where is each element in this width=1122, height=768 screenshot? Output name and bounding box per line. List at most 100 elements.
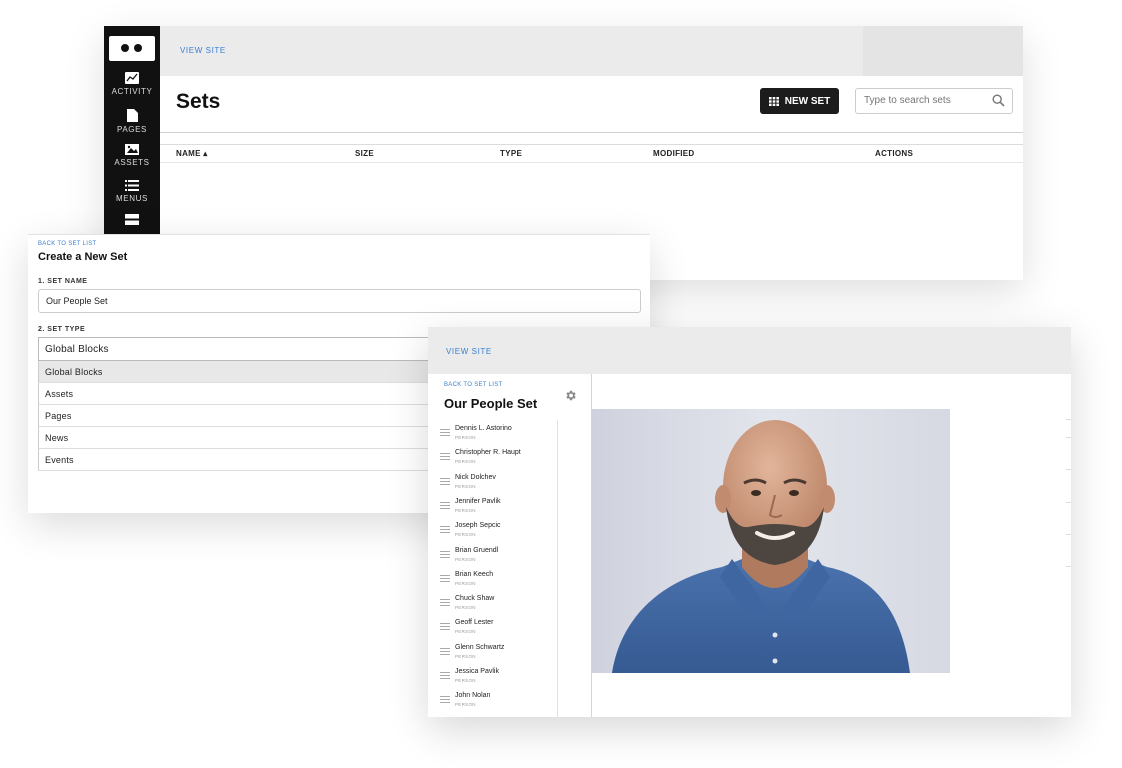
page-icon: [126, 109, 138, 122]
nav-item-assets[interactable]: ASSETS: [104, 144, 160, 167]
person-type: PERSON: [455, 629, 476, 635]
grid-icon: [768, 96, 779, 106]
column-header-name[interactable]: NAME ▴: [176, 149, 208, 158]
nav-item-menus[interactable]: MENUS: [104, 180, 160, 203]
option-label: Events: [45, 455, 74, 465]
nav-item-activity[interactable]: ACTIVITY: [104, 72, 160, 96]
list-icon: [125, 180, 139, 191]
person-name: Joseph Sepcic: [455, 522, 501, 530]
set-sidebar: BACK TO SET LIST Our People Set Dennis L…: [428, 374, 592, 717]
column-header-actions: ACTIONS: [875, 149, 914, 158]
divider: [160, 162, 1023, 163]
list-item[interactable]: Dennis L. Astorino PERSON: [434, 420, 558, 444]
drag-handle-icon[interactable]: [440, 501, 450, 511]
nav-item-pages[interactable]: PAGES: [104, 109, 160, 134]
list-item[interactable]: Brian Gruendl PERSON: [434, 542, 558, 566]
list-item[interactable]: Geoff Lester PERSON: [434, 614, 558, 638]
logo-dot: [134, 44, 142, 52]
drag-handle-icon[interactable]: [440, 574, 450, 584]
nav-label: ASSETS: [114, 158, 150, 167]
back-to-set-list-link[interactable]: BACK TO SET LIST: [38, 241, 97, 247]
create-set-title: Create a New Set: [38, 251, 128, 263]
list-item[interactable]: Brian Keech PERSON: [434, 566, 558, 590]
person-name: Geoff Lester: [455, 619, 494, 627]
list-item[interactable]: Christopher R. Haupt PERSON: [434, 444, 558, 468]
person-type: PERSON: [455, 702, 476, 708]
view-site-link[interactable]: VIEW SITE: [446, 347, 492, 356]
list-item[interactable]: Glenn Schwartz PERSON: [434, 639, 558, 663]
drag-handle-icon[interactable]: [440, 453, 450, 462]
search-icon[interactable]: [992, 94, 1005, 107]
new-set-button[interactable]: NEW SET: [760, 88, 839, 114]
option-label: News: [45, 433, 69, 443]
set-name-field[interactable]: [38, 289, 641, 313]
person-name: Jennifer Pavlik: [455, 497, 501, 505]
set-type-option-events[interactable]: Events: [38, 449, 458, 471]
set-type-option-global-blocks[interactable]: Global Blocks: [38, 361, 458, 383]
nav-label: ACTIVITY: [111, 87, 153, 96]
drag-handle-icon[interactable]: [440, 429, 450, 438]
list-item[interactable]: Nick Dolchev PERSON: [434, 469, 558, 493]
nav-label: PAGES: [117, 125, 147, 134]
people-set-window: VIEW SITE BACK TO SET LIST Our People Se…: [428, 327, 1071, 717]
list-item[interactable]: Chuck Shaw PERSON: [434, 590, 558, 614]
set-type-option-news[interactable]: News: [38, 427, 458, 449]
option-label: Assets: [45, 389, 74, 399]
top-bar: [160, 26, 1023, 76]
divider: [160, 144, 1023, 145]
drag-handle-icon[interactable]: [440, 672, 450, 681]
set-type-selected-value: Global Blocks: [45, 344, 109, 355]
view-site-link[interactable]: VIEW SITE: [180, 46, 226, 55]
chart-icon: [125, 72, 139, 84]
logo[interactable]: [109, 36, 155, 61]
top-bar: [428, 327, 1071, 374]
person-name: John Nolan: [455, 692, 491, 700]
list-item[interactable]: Joseph Sepcic PERSON: [434, 517, 558, 541]
person-type: PERSON: [455, 678, 476, 683]
divider: [1066, 502, 1071, 503]
set-type-option-assets[interactable]: Assets: [38, 383, 458, 405]
back-to-set-list-link[interactable]: BACK TO SET LIST: [444, 382, 503, 388]
column-header-size[interactable]: SIZE: [355, 149, 374, 158]
page-title: Sets: [176, 90, 221, 113]
image-icon: [125, 144, 139, 155]
gear-icon[interactable]: [564, 389, 577, 402]
drag-handle-icon[interactable]: [440, 647, 450, 657]
person-type: PERSON: [455, 435, 476, 440]
column-header-modified[interactable]: MODIFIED: [653, 149, 695, 158]
person-type: PERSON: [455, 556, 476, 562]
drag-handle-icon[interactable]: [440, 599, 450, 608]
person-name: Dennis L. Astorino: [455, 425, 512, 432]
divider: [1066, 566, 1071, 567]
person-name: Chuck Shaw: [455, 595, 495, 603]
search-field[interactable]: [855, 88, 1013, 114]
person-type: PERSON: [455, 483, 476, 489]
drag-handle-icon[interactable]: [440, 696, 450, 705]
person-type: PERSON: [455, 507, 476, 513]
set-title: Our People Set: [444, 396, 538, 411]
nav-label: MENUS: [116, 194, 148, 203]
set-name-input[interactable]: [46, 296, 626, 306]
drag-handle-icon[interactable]: [440, 623, 450, 632]
set-type-label: 2. SET TYPE: [38, 326, 86, 333]
set-type-select[interactable]: Global Blocks: [38, 337, 458, 361]
person-photo[interactable]: [592, 409, 950, 673]
divider: [1066, 419, 1071, 420]
list-item[interactable]: John Nolan PERSON: [434, 687, 558, 711]
search-input[interactable]: [864, 95, 984, 106]
column-header-type[interactable]: TYPE: [500, 149, 522, 158]
person-type: PERSON: [455, 532, 476, 538]
divider: [160, 132, 1023, 133]
drag-handle-icon[interactable]: [440, 526, 450, 535]
set-name-label: 1. SET NAME: [38, 278, 88, 285]
list-item[interactable]: Jennifer Pavlik PERSON: [434, 493, 558, 517]
person-type: PERSON: [455, 653, 476, 659]
person-name: Glenn Schwartz: [455, 643, 505, 651]
person-name: Brian Gruendl: [455, 546, 499, 554]
person-name: Christopher R. Haupt: [455, 449, 521, 457]
list-item[interactable]: Jessica Pavlik PERSON: [434, 663, 558, 687]
drag-handle-icon[interactable]: [440, 477, 450, 487]
drag-handle-icon[interactable]: [440, 550, 450, 560]
set-type-option-pages[interactable]: Pages: [38, 405, 458, 427]
nav-item-blocks[interactable]: [104, 214, 160, 225]
